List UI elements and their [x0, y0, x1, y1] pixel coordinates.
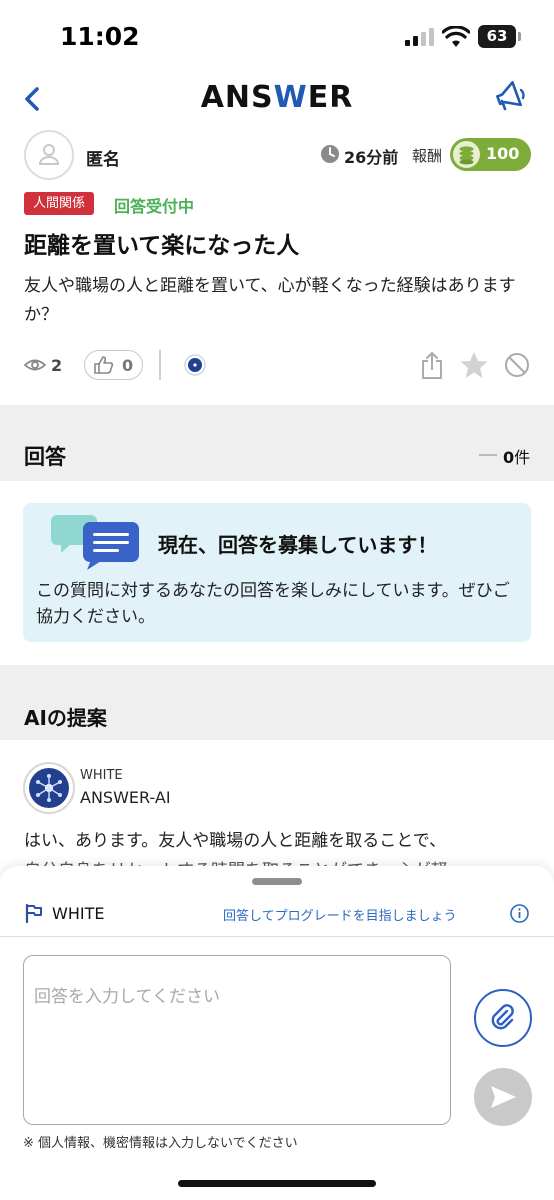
logo-suffix: ER	[307, 80, 354, 115]
sheet-divider	[0, 936, 554, 937]
answer-composer-sheet: WHITE 回答してプログレードを目指しましょう ※ 個人情報、機密情報は入力し…	[0, 866, 554, 1200]
reward-label: 報酬	[412, 147, 443, 165]
logo-accent: W	[273, 80, 308, 115]
info-icon[interactable]	[510, 904, 529, 923]
view-count: 2	[51, 356, 63, 375]
privacy-notice: ※ 個人情報、機密情報は入力しないでください	[23, 1136, 298, 1151]
eye-icon	[24, 359, 46, 371]
answers-count-unit: 件	[514, 448, 531, 467]
megaphone-icon[interactable]	[492, 78, 528, 114]
upgrade-hint-link[interactable]: 回答してプログレードを目指しましょう	[223, 905, 457, 924]
battery-tip	[518, 32, 521, 41]
question-title: 距離を置いて楽になった人	[24, 233, 300, 259]
chat-bubbles-icon	[51, 515, 139, 570]
ai-rank: WHITE	[80, 768, 123, 783]
question-actions: 2 0	[0, 346, 554, 386]
battery-indicator: 63	[478, 25, 516, 48]
category-tag[interactable]: 人間関係	[24, 192, 95, 215]
flag-icon	[25, 903, 42, 923]
block-icon[interactable]	[504, 352, 530, 378]
ai-section-title: AIの提案	[24, 706, 107, 730]
clock-icon	[321, 145, 339, 163]
posted-time: 26分前	[344, 148, 399, 167]
ai-name[interactable]: ANSWER-AI	[80, 788, 171, 807]
network-icon	[36, 774, 62, 802]
sheet-handle[interactable]	[252, 878, 302, 885]
current-rank: WHITE	[52, 904, 105, 923]
status-time: 11:02	[60, 22, 140, 51]
paperclip-icon	[491, 1004, 514, 1030]
answers-count-value: 0	[503, 448, 515, 467]
logo-prefix: ANS	[200, 80, 274, 115]
star-icon[interactable]	[459, 350, 489, 380]
invite-body: この質問に対するあなたの回答を楽しみにしています。ぜひご協力ください。	[36, 581, 510, 627]
avatar[interactable]	[24, 130, 74, 180]
coin-icon	[453, 141, 480, 168]
section-spacer	[0, 405, 554, 429]
status-label: 回答受付中	[114, 197, 195, 216]
user-placeholder-icon	[38, 144, 60, 165]
rank-badge-icon	[184, 354, 206, 376]
ai-avatar[interactable]	[23, 762, 75, 814]
app-logo: ANSWER	[0, 80, 554, 115]
question-meta-row: 匿名 26分前 報酬 100	[0, 128, 554, 184]
answers-title: 回答	[24, 445, 66, 469]
action-divider	[159, 350, 161, 380]
count-dash	[479, 454, 497, 456]
answer-input[interactable]	[23, 955, 451, 1125]
thumbs-up-icon	[94, 356, 114, 374]
share-icon[interactable]	[420, 350, 444, 380]
answers-count: 0件	[503, 444, 530, 468]
ai-avatar-badge	[29, 768, 69, 808]
author-name: 匿名	[86, 150, 120, 170]
attach-button[interactable]	[474, 989, 532, 1047]
app-header: ANSWER	[0, 74, 554, 124]
signal-icon	[405, 28, 434, 46]
answers-header: 回答 0件	[0, 429, 554, 481]
ai-answer-text: はい、あります。友人や職場の人と距離を取ることで、	[24, 831, 447, 851]
send-icon	[491, 1086, 516, 1108]
like-button[interactable]: 0	[84, 350, 143, 380]
like-count: 0	[122, 356, 134, 375]
invite-title: 現在、回答を募集しています！	[158, 533, 438, 557]
answer-invite-card: 現在、回答を募集しています！ この質問に対するあなたの回答を楽しみにしています。…	[23, 503, 531, 642]
home-indicator[interactable]	[178, 1180, 376, 1187]
send-button[interactable]	[474, 1068, 532, 1126]
wifi-icon	[442, 26, 470, 47]
question-body: 友人や職場の人と距離を置いて、心が軽くなった経験はありますか？	[24, 276, 516, 325]
reward-badge: 100	[450, 138, 531, 171]
status-bar: 11:02 63	[0, 0, 554, 74]
reward-value: 100	[486, 144, 520, 163]
